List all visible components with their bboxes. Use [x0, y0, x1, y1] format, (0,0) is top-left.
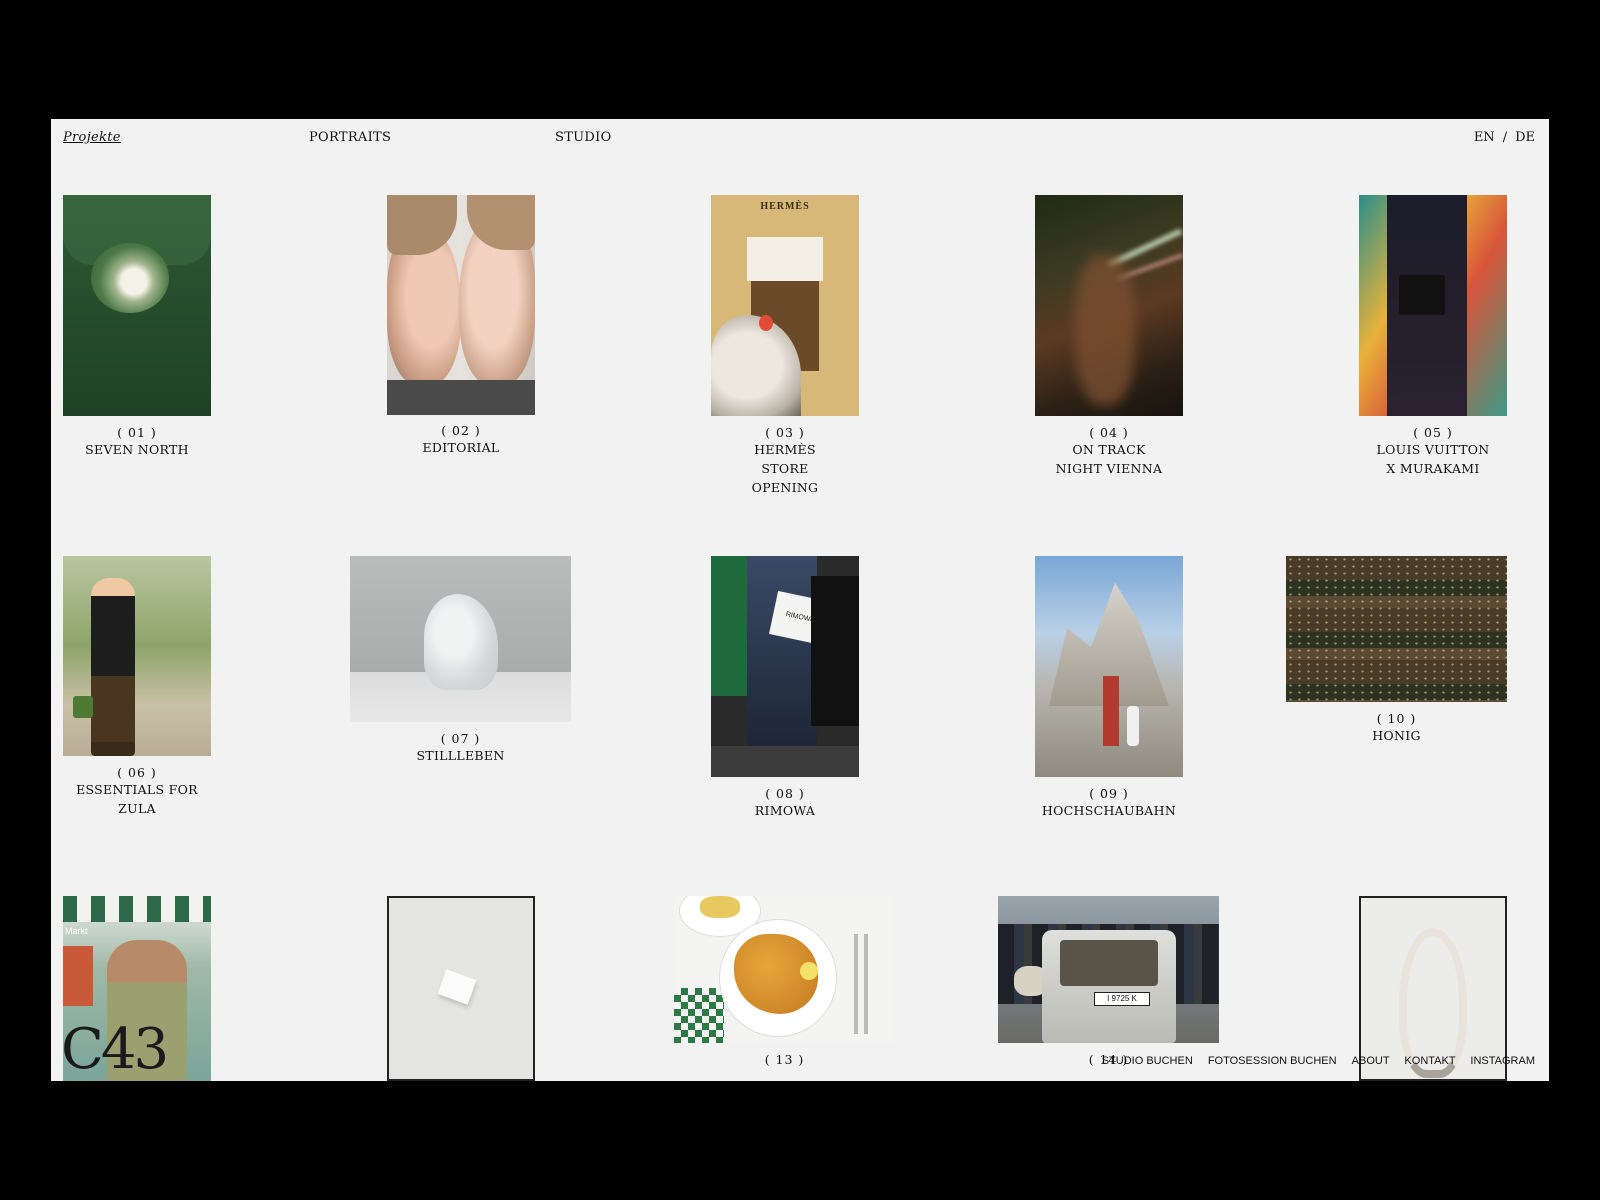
project-card[interactable]: ( 01 ) SEVEN NORTH	[63, 195, 211, 459]
project-card[interactable]: ( 10 ) HONIG	[1286, 556, 1507, 745]
market-sign: Markt	[65, 926, 88, 936]
project-card[interactable]: RIMOWA ( 08 ) RIMOWA	[711, 556, 859, 820]
tablecloth	[674, 988, 724, 1043]
project-photo[interactable]	[1286, 556, 1507, 702]
footer-link-studio-buchen[interactable]: STUDIO BUCHEN	[1102, 1055, 1193, 1067]
footer-link-fotosession-buchen[interactable]: FOTOSESSION BUCHEN	[1208, 1055, 1337, 1067]
project-photo[interactable]: RIMOWA	[711, 556, 859, 777]
project-title: LOUIS VUITTON X MURAKAMI	[1376, 442, 1490, 476]
project-title: HONIG	[1372, 728, 1421, 743]
project-card[interactable]	[1359, 896, 1507, 1081]
black-dress	[811, 576, 859, 726]
blur-figure	[1075, 255, 1135, 405]
green-dress	[711, 556, 751, 696]
model-church	[1103, 676, 1119, 746]
car-window	[1060, 940, 1158, 986]
project-card[interactable]: ( 07 ) STILLLEBEN	[350, 556, 571, 765]
project-title: SEVEN NORTH	[85, 442, 189, 457]
bee-swarm	[1286, 556, 1507, 702]
cauliflower	[91, 243, 169, 313]
project-photo[interactable]	[674, 896, 895, 1043]
project-photo[interactable]	[1035, 195, 1183, 416]
project-number: ( 05 )	[1413, 425, 1453, 440]
project-number: ( 02 )	[441, 423, 481, 438]
project-photo[interactable]	[350, 556, 571, 722]
awning	[63, 896, 211, 922]
project-title: EDITORIAL	[422, 440, 500, 455]
nav-studio[interactable]: STUDIO	[555, 130, 612, 145]
project-card[interactable]: ( 09 ) HOCHSCHAUBAHN	[1035, 556, 1183, 820]
footer-link-kontakt[interactable]: KONTAKT	[1404, 1055, 1455, 1067]
language-switcher: EN / DE	[1474, 130, 1535, 145]
project-card[interactable]: ( 05 ) LOUIS VUITTON X MURAKAMI	[1359, 195, 1507, 478]
project-title: ESSENTIALS FOR ZULA	[76, 782, 198, 816]
shirt	[387, 380, 535, 415]
paper-object	[437, 969, 477, 1005]
project-number: ( 08 )	[765, 786, 805, 801]
person	[1127, 706, 1139, 746]
project-title: HERMÈS STORE OPENING	[751, 442, 819, 495]
project-number: ( 04 )	[1089, 425, 1129, 440]
person-right	[151, 574, 193, 756]
project-number: ( 13 )	[764, 1052, 805, 1067]
project-card[interactable]	[387, 896, 535, 1081]
lang-separator: /	[1502, 130, 1508, 145]
project-photo[interactable]: I 9725 K	[998, 896, 1219, 1043]
store-sign: HERMÈS	[760, 201, 810, 212]
project-card[interactable]: ( 04 ) ON TRACK NIGHT VIENNA	[1035, 195, 1183, 478]
page: Projekte PORTRAITS STUDIO EN / DE ( 01 ) S…	[51, 119, 1549, 1081]
project-photo[interactable]	[1359, 195, 1507, 416]
project-photo[interactable]	[1035, 556, 1183, 777]
license-plate: I 9725 K	[1094, 992, 1150, 1006]
project-photo[interactable]	[63, 556, 211, 756]
handbag	[1399, 275, 1445, 315]
project-number: ( 07 )	[440, 731, 481, 746]
project-photo[interactable]	[1359, 896, 1507, 1081]
project-number: ( 01 )	[117, 425, 157, 440]
project-photo[interactable]	[387, 896, 535, 1081]
lang-en[interactable]: EN	[1474, 130, 1495, 145]
project-title: RIMOWA	[754, 803, 816, 818]
project-card[interactable]: HERMÈS ( 03 ) HERMÈS STORE OPENING	[711, 195, 859, 497]
project-number: ( 10 )	[1376, 711, 1417, 726]
glass-object	[424, 594, 498, 690]
project-card[interactable]: I 9725 K ( 14 )	[998, 896, 1219, 1067]
project-card[interactable]: ( 06 ) ESSENTIALS FOR ZULA	[63, 556, 211, 818]
market-goods	[63, 946, 93, 1006]
person-left	[91, 578, 135, 756]
project-photo[interactable]	[63, 195, 211, 416]
project-number: ( 09 )	[1089, 786, 1129, 801]
project-number: ( 06 )	[117, 765, 157, 780]
project-card[interactable]: ( 13 )	[674, 896, 895, 1067]
denim-figure	[747, 556, 817, 756]
footer-link-about[interactable]: ABOUT	[1352, 1055, 1390, 1067]
project-title: STILLLEBEN	[416, 748, 505, 763]
cutlery	[854, 934, 870, 1034]
horse-plume	[759, 315, 773, 331]
project-card[interactable]: ( 02 ) EDITORIAL	[387, 195, 535, 457]
nav-portraits[interactable]: PORTRAITS	[309, 130, 391, 145]
project-title: HOCHSCHAUBAHN	[1041, 803, 1177, 818]
project-photo[interactable]: HERMÈS	[711, 195, 859, 416]
footer-nav: STUDIO BUCHEN FOTOSESSION BUCHEN ABOUT K…	[1090, 1055, 1535, 1067]
lang-de[interactable]: DE	[1515, 130, 1535, 145]
store-awning	[747, 237, 823, 281]
potato-salad	[700, 896, 740, 918]
project-photo[interactable]	[387, 195, 535, 415]
green-bag	[73, 696, 93, 718]
street	[711, 746, 859, 777]
lemon	[800, 962, 818, 980]
project-title: ON TRACK NIGHT VIENNA	[1055, 442, 1163, 476]
project-number: ( 03 )	[765, 425, 805, 440]
nav-projekte[interactable]: Projekte	[63, 130, 121, 145]
studio-logo[interactable]: C43	[61, 1017, 169, 1081]
footer-link-instagram[interactable]: INSTAGRAM	[1470, 1055, 1535, 1067]
